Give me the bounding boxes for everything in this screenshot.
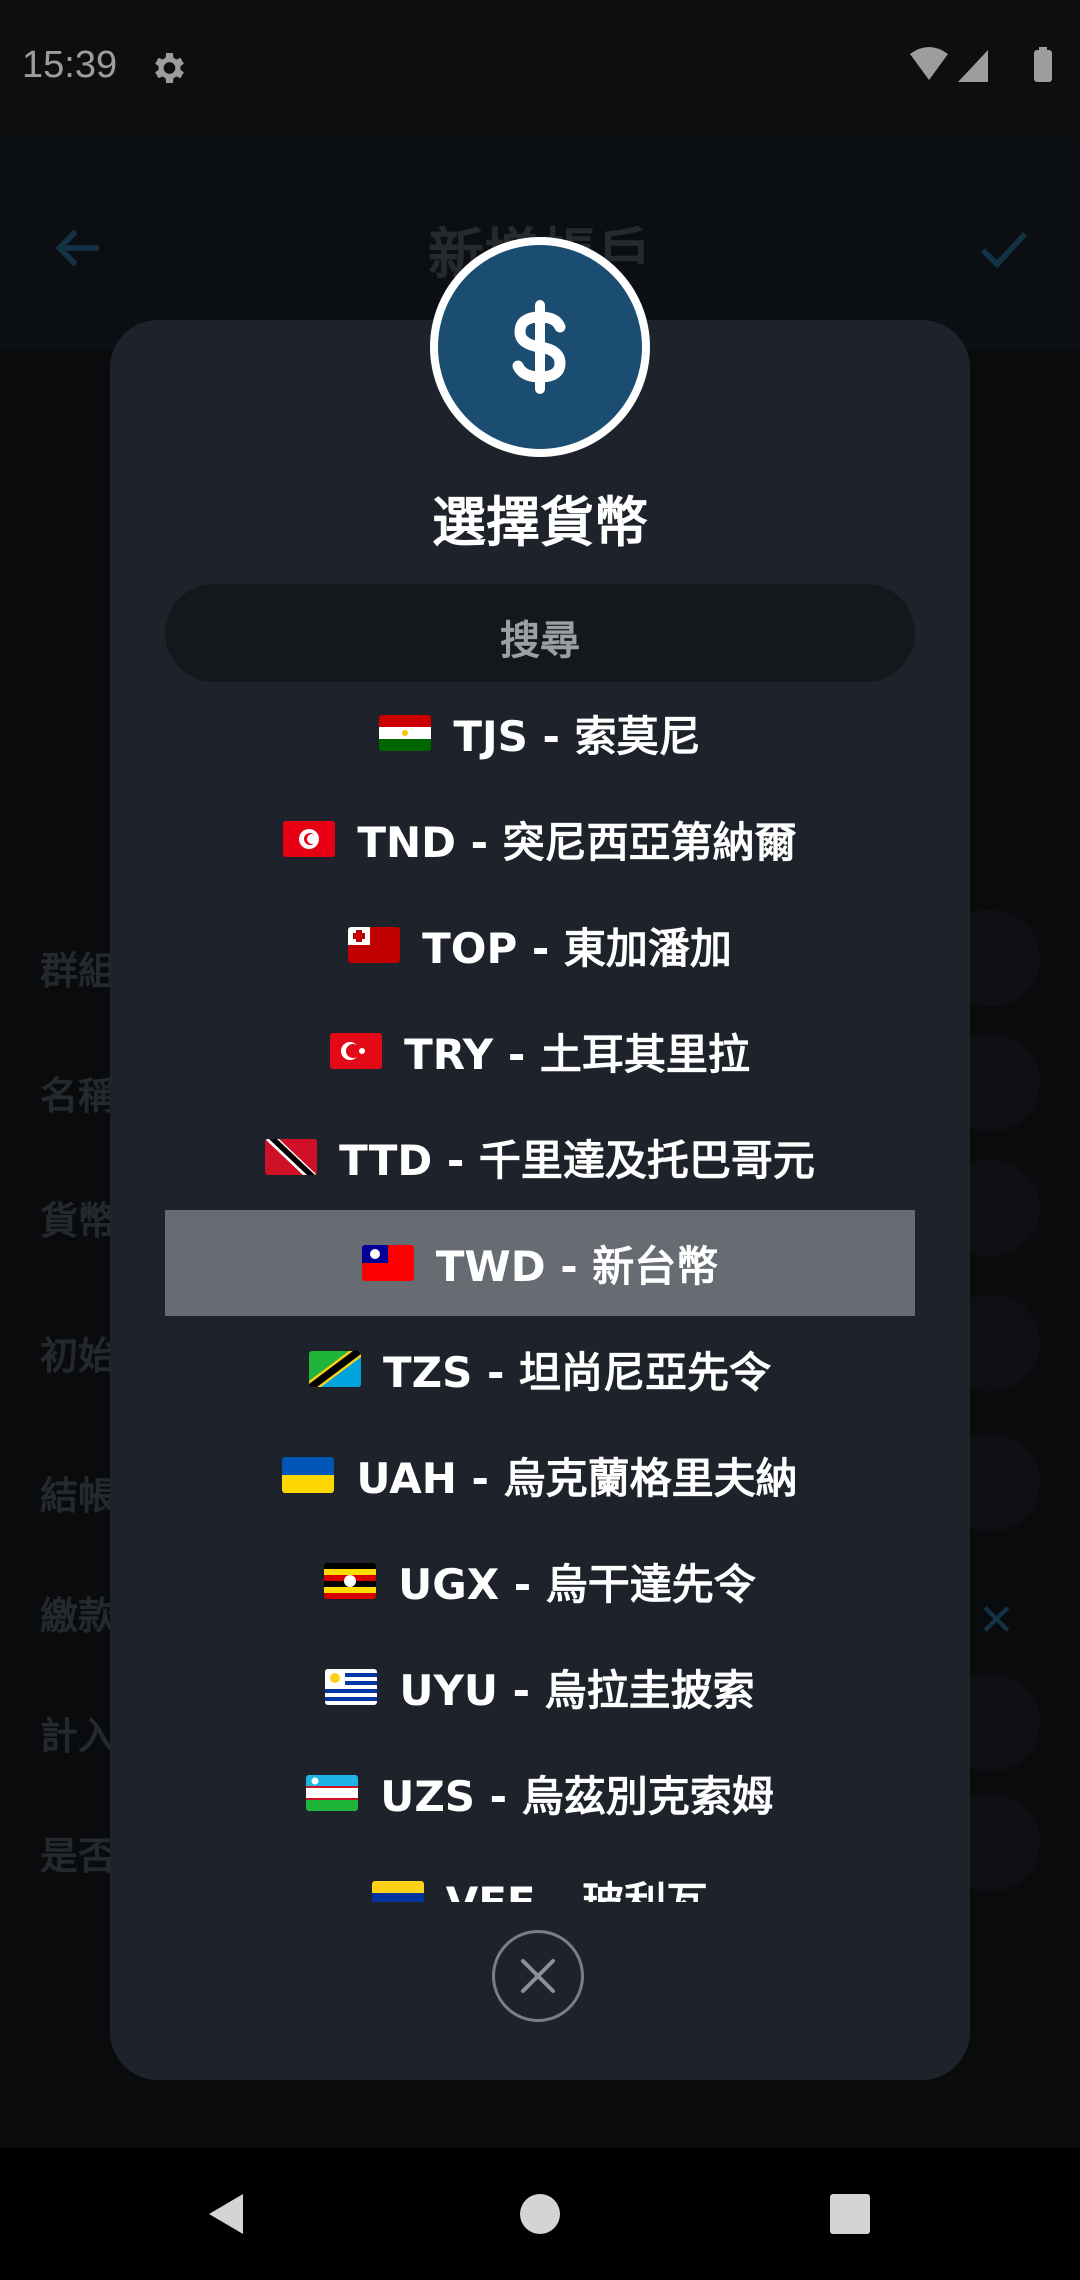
- currency-label: UYU - 烏拉圭披索: [399, 1665, 755, 1715]
- flag-uy-icon: [325, 1669, 378, 1705]
- nav-recents-icon[interactable]: [830, 2194, 870, 2234]
- close-icon: [521, 1959, 555, 1993]
- system-nav-bar: [0, 2148, 1080, 2280]
- currency-label: UZS - 烏茲別克索姆: [380, 1771, 774, 1821]
- currency-label: UAH - 烏克蘭格里夫納: [356, 1453, 798, 1503]
- currency-row-uzs[interactable]: UZS - 烏茲別克索姆: [165, 1740, 915, 1846]
- currency-row-top[interactable]: TOP - 東加潘加: [165, 892, 915, 998]
- currency-label: TRY - 土耳其里拉: [404, 1029, 750, 1079]
- flag-tn-icon: [283, 821, 336, 857]
- currency-row-ugx[interactable]: UGX - 烏干達先令: [165, 1528, 915, 1634]
- nav-home-icon[interactable]: [520, 2194, 560, 2234]
- currency-label: TZS - 坦尚尼亞先令: [382, 1347, 772, 1397]
- flag-tr-icon: [330, 1033, 383, 1069]
- currency-label: TOP - 東加潘加: [422, 923, 732, 973]
- currency-label: VEF - 玻利瓦: [445, 1877, 709, 1903]
- flag-ua-icon: [282, 1457, 335, 1493]
- currency-label: TTD - 千里達及托巴哥元: [339, 1135, 815, 1185]
- flag-ug-icon: [324, 1563, 377, 1599]
- currency-row-twd-selected[interactable]: TWD - 新台幣: [165, 1210, 915, 1316]
- currency-row-vef[interactable]: VEF - 玻利瓦: [165, 1846, 915, 1902]
- flag-tt-icon: [265, 1139, 318, 1175]
- flag-to-icon: [348, 927, 401, 963]
- currency-row-try[interactable]: TRY - 土耳其里拉: [165, 998, 915, 1104]
- flag-ve-icon: [371, 1881, 424, 1902]
- currency-badge: [430, 237, 650, 457]
- dollar-icon: [512, 300, 566, 394]
- currency-label: UGX - 烏干達先令: [398, 1559, 756, 1609]
- currency-row-uah[interactable]: UAH - 烏克蘭格里夫納: [165, 1422, 915, 1528]
- currency-row-uyu[interactable]: UYU - 烏拉圭披索: [165, 1634, 915, 1740]
- dialog-close-button[interactable]: [492, 1930, 584, 2022]
- currency-row-tjs[interactable]: TJS - 索莫尼: [165, 680, 915, 786]
- flag-tj-icon: [379, 715, 432, 751]
- currency-list[interactable]: TJS - 索莫尼 TND - 突尼西亞第納爾 TOP - 東加潘加 TRY -…: [165, 680, 915, 1902]
- currency-row-tzs[interactable]: TZS - 坦尚尼亞先令: [165, 1316, 915, 1422]
- search-placeholder: 搜尋: [500, 618, 580, 664]
- currency-row-tnd[interactable]: TND - 突尼西亞第納爾: [165, 786, 915, 892]
- currency-label: TWD - 新台幣: [435, 1241, 719, 1291]
- currency-row-ttd[interactable]: TTD - 千里達及托巴哥元: [165, 1104, 915, 1210]
- nav-back-icon[interactable]: [205, 2192, 245, 2236]
- dialog-title: 選擇貨幣: [432, 491, 648, 554]
- flag-uz-icon: [306, 1775, 359, 1811]
- currency-label: TJS - 索莫尼: [453, 711, 701, 761]
- search-input[interactable]: 搜尋: [165, 584, 915, 682]
- flag-tw-icon: [361, 1245, 414, 1281]
- flag-tz-icon: [308, 1351, 361, 1387]
- currency-label: TND - 突尼西亞第納爾: [357, 817, 797, 867]
